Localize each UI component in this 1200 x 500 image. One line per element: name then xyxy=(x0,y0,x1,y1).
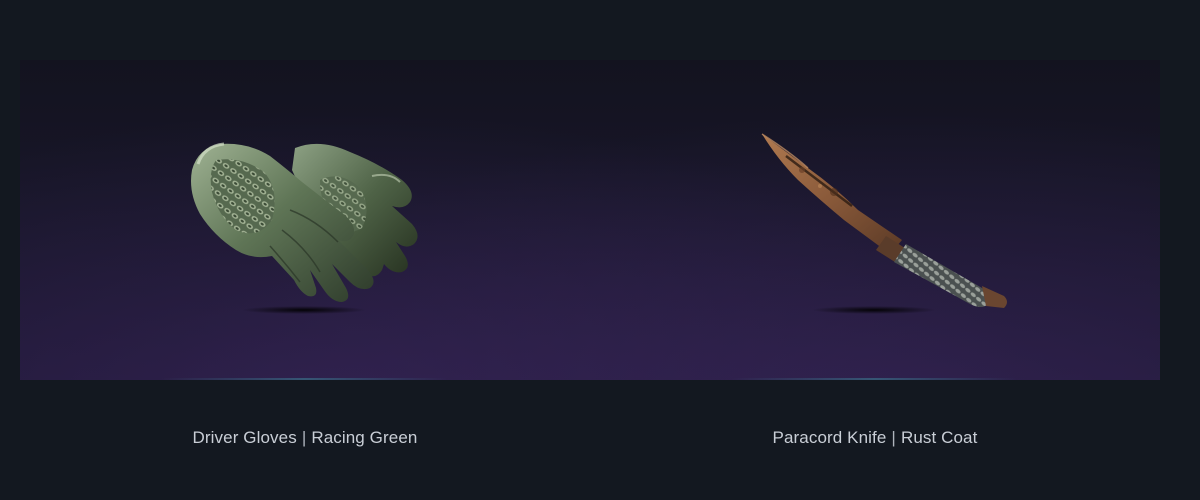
item-name: Driver Gloves xyxy=(192,428,297,447)
item-caption-driver-gloves[interactable]: Driver Gloves | Racing Green xyxy=(20,428,590,448)
page: Driver Gloves | Racing Green Paracord Knif… xyxy=(0,0,1200,500)
item-showcase xyxy=(20,60,1160,380)
item-separator: | xyxy=(891,428,896,447)
item-slot-driver-gloves[interactable] xyxy=(20,60,590,380)
item-name: Paracord Knife xyxy=(772,428,887,447)
knife-blade xyxy=(761,133,902,254)
slot-glow-line xyxy=(162,378,447,380)
gloves-shadow xyxy=(242,306,366,314)
driver-gloves-image xyxy=(191,142,418,314)
item-slot-paracord-knife[interactable] xyxy=(590,60,1160,380)
slot-glow-line xyxy=(732,378,1017,380)
knife-shadow xyxy=(812,306,936,314)
paracord-knife-image xyxy=(761,133,1007,314)
item-finish: Racing Green xyxy=(311,428,418,447)
item-caption-paracord-knife[interactable]: Paracord Knife | Rust Coat xyxy=(590,428,1160,448)
item-finish: Rust Coat xyxy=(900,428,978,447)
knife-handle xyxy=(894,244,1007,308)
item-separator: | xyxy=(301,428,307,447)
